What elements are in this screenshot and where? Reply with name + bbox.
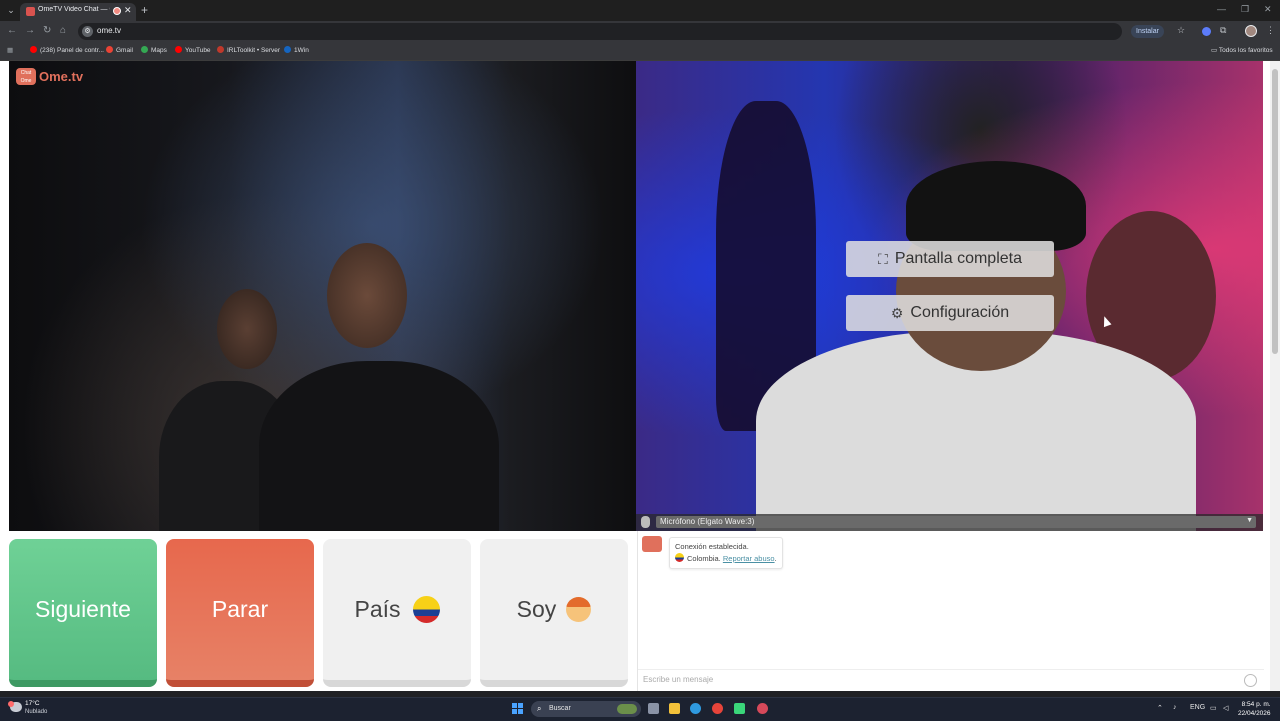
message-placeholder: Escribe un mensaje bbox=[643, 675, 714, 684]
tab-strip: ⌄ OmeTV Video Chat — Ome ✕ + — ❐ ✕ bbox=[0, 0, 1280, 21]
microphone-select[interactable]: Micrófono (Elgato Wave:3) ▼ bbox=[656, 516, 1256, 528]
edge-icon[interactable] bbox=[690, 703, 701, 714]
ometv-page: Chat Ome Ome.tv ⛶ Pantalla completa ⚙ Co… bbox=[0, 61, 1270, 691]
1win-icon bbox=[284, 46, 291, 53]
stranger-video: Chat Ome Ome.tv bbox=[9, 61, 636, 531]
boy-emoji-icon bbox=[566, 597, 592, 622]
browser-menu-icon[interactable]: ⋮ bbox=[1266, 25, 1275, 36]
taskbar-search[interactable]: ⌕ Buscar bbox=[531, 701, 641, 717]
report-abuse-link[interactable]: Reportar abuso bbox=[723, 554, 775, 563]
recording-icon bbox=[113, 7, 121, 15]
gender-button[interactable]: Soy bbox=[480, 539, 628, 687]
task-view-icon[interactable] bbox=[648, 703, 659, 714]
clock-time: 8:54 p. m. bbox=[1241, 701, 1271, 708]
microphone-bar: Micrófono (Elgato Wave:3) ▼ bbox=[636, 514, 1263, 531]
browser-toolbar: ← → ↻ ⌂ ⚙ ome.tv Instalar ☆ ⧉ ⋮ bbox=[0, 21, 1280, 42]
minimize-icon[interactable]: — bbox=[1217, 4, 1226, 14]
reload-icon[interactable]: ↻ bbox=[43, 25, 51, 36]
tray-chevron-icon[interactable]: ⌃ bbox=[1157, 704, 1163, 712]
new-tab-button[interactable]: + bbox=[141, 3, 148, 17]
youtube-icon bbox=[175, 46, 182, 53]
ometv-logo[interactable]: Chat Ome Ome.tv bbox=[16, 66, 83, 86]
tab-title: OmeTV Video Chat — Ome bbox=[38, 6, 110, 13]
volume-icon[interactable]: ◁ bbox=[1223, 704, 1228, 712]
self-video: ⛶ Pantalla completa ⚙ Configuración Micr… bbox=[636, 61, 1263, 531]
microphone-icon bbox=[641, 516, 650, 528]
emoji-icon[interactable] bbox=[1244, 674, 1257, 687]
app-x-icon[interactable] bbox=[734, 703, 745, 714]
chevron-down-icon: ▼ bbox=[1246, 517, 1253, 524]
address-bar[interactable]: ⚙ ome.tv bbox=[78, 23, 1122, 40]
folder-icon: ▭ bbox=[1211, 47, 1219, 54]
language-indicator[interactable]: ENG bbox=[1190, 704, 1205, 711]
message-input[interactable]: Escribe un mensaje bbox=[638, 669, 1264, 692]
restore-icon[interactable]: ❐ bbox=[1241, 4, 1249, 15]
gmail-icon bbox=[106, 46, 113, 53]
url-text[interactable]: ome.tv bbox=[97, 26, 121, 35]
scrollbar-thumb[interactable] bbox=[1272, 69, 1278, 354]
apps-grid-icon[interactable]: ▦ bbox=[7, 46, 13, 54]
colombia-flag-icon bbox=[412, 596, 440, 623]
bookmark-irltoolkit[interactable]: IRLToolkit • Server bbox=[217, 46, 280, 54]
stop-button[interactable]: Parar bbox=[166, 539, 314, 687]
home-icon[interactable]: ⌂ bbox=[60, 25, 66, 36]
logo-text: Ome.tv bbox=[39, 68, 84, 84]
tab-close-icon[interactable]: ✕ bbox=[124, 5, 132, 16]
network-icon[interactable]: ▭ bbox=[1210, 704, 1217, 712]
windows-taskbar: 17°C Nublado ⌕ Buscar ⌃ ♪ ENG ▭ ◁ 8:54 p… bbox=[0, 697, 1280, 721]
page-scrollbar[interactable] bbox=[1270, 61, 1280, 691]
logo-badge: Chat Ome bbox=[16, 67, 36, 85]
extension-icon[interactable] bbox=[1202, 27, 1211, 36]
tab-search-icon[interactable]: ⌄ bbox=[4, 3, 18, 17]
bookmark-1win[interactable]: 1Win bbox=[284, 46, 309, 54]
colombia-flag-icon bbox=[675, 553, 684, 562]
fullscreen-button[interactable]: ⛶ Pantalla completa bbox=[846, 241, 1054, 277]
install-button[interactable]: Instalar bbox=[1131, 25, 1164, 38]
temperature: 17°C bbox=[25, 700, 40, 707]
extensions-puzzle-icon[interactable]: ⧉ bbox=[1220, 25, 1226, 36]
windows-start-icon[interactable] bbox=[512, 703, 523, 714]
weather-condition: Nublado bbox=[25, 709, 48, 715]
country-line: Colombia. Reportar abuso. bbox=[675, 553, 777, 565]
next-button[interactable]: Siguiente bbox=[9, 539, 157, 687]
close-window-icon[interactable]: ✕ bbox=[1264, 4, 1272, 15]
browser-tab[interactable]: OmeTV Video Chat — Ome ✕ bbox=[20, 3, 136, 21]
obs-icon[interactable] bbox=[757, 703, 768, 714]
bookmark-panel[interactable]: (238) Panel de contr... bbox=[30, 46, 104, 54]
back-icon[interactable]: ← bbox=[7, 25, 17, 36]
search-icon: ⌕ bbox=[537, 704, 542, 713]
tray-mic-icon[interactable]: ♪ bbox=[1173, 704, 1177, 711]
connection-status: Conexión establecida. bbox=[675, 542, 749, 551]
maps-icon bbox=[141, 46, 148, 53]
search-highlight-icon bbox=[617, 704, 637, 714]
youtube-studio-icon bbox=[30, 46, 37, 53]
fullscreen-icon: ⛶ bbox=[878, 250, 888, 267]
bookmark-gmail[interactable]: Gmail bbox=[106, 46, 133, 54]
file-explorer-icon[interactable] bbox=[669, 703, 680, 714]
irltoolkit-icon bbox=[217, 46, 224, 53]
chrome-icon[interactable] bbox=[712, 703, 723, 714]
settings-button[interactable]: ⚙ Configuración bbox=[846, 295, 1054, 331]
bookmarks-bar: ▦ (238) Panel de contr... Gmail Maps You… bbox=[0, 42, 1280, 61]
bookmark-star-icon[interactable]: ☆ bbox=[1177, 25, 1185, 36]
clock-date: 22/04/2026 bbox=[1238, 710, 1271, 717]
profile-avatar[interactable] bbox=[1245, 25, 1257, 37]
forward-icon[interactable]: → bbox=[25, 25, 35, 36]
system-clock[interactable]: 8:54 p. m. 22/04/2026 bbox=[1238, 700, 1271, 718]
bookmark-youtube[interactable]: YouTube bbox=[175, 46, 211, 54]
chat-panel: Conexión establecida. Colombia. Reportar… bbox=[637, 531, 1264, 691]
country-button[interactable]: País bbox=[323, 539, 471, 687]
ometv-avatar-icon bbox=[642, 536, 662, 552]
gear-icon: ⚙ bbox=[890, 304, 904, 321]
bookmark-maps[interactable]: Maps bbox=[141, 46, 167, 54]
system-message: Conexión establecida. Colombia. Reportar… bbox=[669, 537, 783, 569]
site-info-icon[interactable]: ⚙ bbox=[82, 26, 93, 37]
all-bookmarks[interactable]: ▭ Todos los favoritos bbox=[1211, 46, 1273, 54]
tab-favicon-icon bbox=[26, 7, 35, 16]
